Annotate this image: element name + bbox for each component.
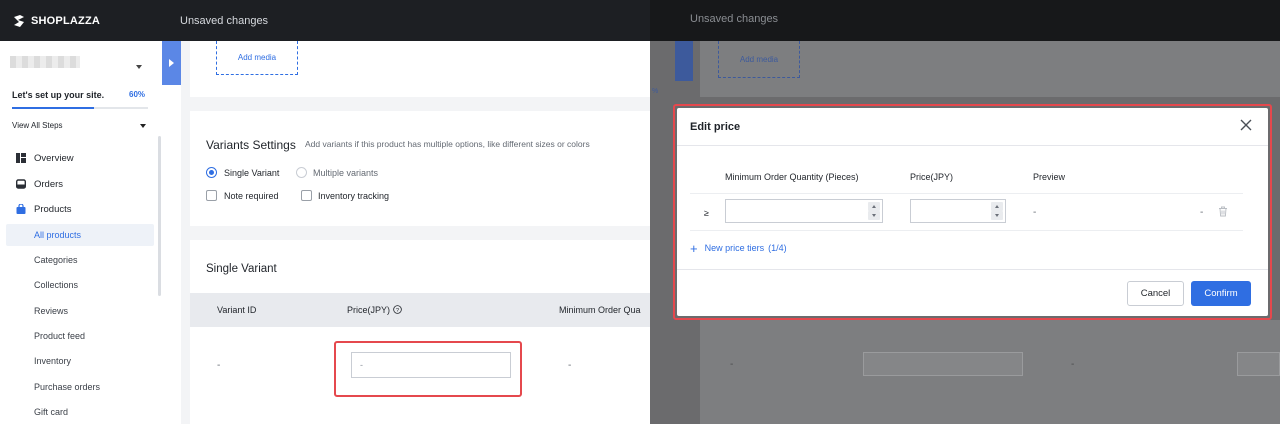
dimmed-dash: - [1071,359,1075,370]
sidebar-scrollbar[interactable] [158,136,161,296]
table-row-divider [690,193,1243,194]
unsaved-status: Unsaved changes [180,14,269,27]
confirm-button[interactable]: Confirm [1191,281,1251,306]
sidebar-item-label: Overview [34,152,74,164]
sidebar-sub-categories[interactable]: Categories [6,249,154,271]
price-input-highlight [334,341,522,397]
setup-percent: 60% [129,90,146,99]
col-min-order-qty: Minimum Order Qua [559,305,641,315]
table-row-divider [690,230,1243,231]
store-chevron-down-icon[interactable] [136,65,142,69]
increment-button[interactable] [868,202,880,211]
variants-settings-card: Variants Settings Add variants if this p… [190,111,650,226]
decrement-button[interactable] [868,211,880,220]
note-required-label: Note required [224,191,279,201]
new-price-tier-button[interactable]: + New price tiers (1/4) [690,240,787,256]
tier-count: (1/4) [768,243,787,253]
dimmed-dash: - [730,359,734,370]
col-price: Price(JPY) ? [347,305,402,315]
multiple-variants-radio[interactable] [296,167,307,178]
sidebar-item-orders[interactable]: Orders [0,174,154,194]
brand-logo[interactable]: SHOPLAZZA [12,14,177,28]
setup-progress-bar [12,107,148,109]
close-icon[interactable] [1239,118,1253,132]
sidebar-sub-collections[interactable]: Collections [6,274,154,296]
col-variant-id: Variant ID [217,305,257,315]
setup-progress-fill [12,107,94,109]
caret-right-icon [169,59,174,67]
sidebar: Let's set up your site. 60% View All Ste… [0,41,162,424]
sidebar-item-products[interactable]: Products [0,199,154,219]
sidebar-sub-all-products[interactable]: All products [6,224,154,246]
sidebar-sub-inventory[interactable]: Inventory [6,350,154,372]
col-price: Price(JPY) [910,172,954,182]
sidebar-sub-reviews[interactable]: Reviews [6,300,154,322]
dimmed-unsaved-status: Unsaved changes [690,13,779,25]
new-tier-label: New price tiers [704,243,765,253]
brand-name: SHOPLAZZA [31,14,101,27]
store-name-blurred[interactable] [10,56,80,68]
increment-button[interactable] [991,202,1003,211]
col-min-order-qty: Minimum Order Quantity (Pieces) [725,172,859,182]
orders-icon [16,179,26,189]
caret-down-icon [995,214,999,217]
add-media-dropzone[interactable]: Add media [216,41,298,75]
dimmed-input [1237,352,1280,376]
help-icon[interactable]: ? [392,305,402,314]
col-preview: Preview [1033,172,1066,182]
single-variant-radio[interactable] [206,167,217,178]
caret-down-icon [872,214,876,217]
caret-up-icon [872,205,876,208]
min-qty-value: - [568,360,572,371]
col-price-label: Price(JPY) [347,305,391,315]
sidebar-sub-purchase-orders[interactable]: Purchase orders [6,376,154,398]
dimmed-collapse-tab [675,41,693,81]
price-stepper[interactable] [910,199,1006,223]
media-card: Add media [190,41,650,97]
note-required-checkbox[interactable] [206,190,217,201]
products-icon [16,204,26,214]
edit-price-modal: Edit price Minimum Order Quantity (Piece… [677,108,1268,316]
cancel-button[interactable]: Cancel [1127,281,1184,306]
variant-id-value: - [217,360,221,371]
multiple-variants-label: Multiple variants [313,168,379,178]
variants-settings-title: Variants Settings [206,138,296,152]
dimmed-price-input [863,352,1023,376]
row-extra-value: - [1200,207,1204,218]
plus-icon: + [690,240,698,256]
gte-operator: ≥ [704,208,709,218]
caret-up-icon [995,205,999,208]
sidebar-collapse-toggle[interactable] [162,41,181,85]
view-all-steps[interactable]: View All Steps [12,121,63,130]
sidebar-sub-product-feed[interactable]: Product feed [6,325,154,347]
decrement-button[interactable] [991,211,1003,220]
sidebar-item-label: Orders [34,178,64,190]
sidebar-item-overview[interactable]: Overview [0,148,154,168]
single-variant-title: Single Variant [206,263,277,275]
shoplazza-logo-icon [14,14,24,27]
variants-settings-hint: Add variants if this product has multipl… [305,139,590,149]
sidebar-item-label: Products [34,203,72,215]
dimmed-percent: % [652,88,659,95]
modal-header-divider [677,145,1268,146]
modal-footer-divider [677,269,1268,270]
preview-value: - [1033,207,1037,218]
variant-table-header: Variant ID Price(JPY) ? Minimum Order Qu… [190,293,650,327]
add-media-label: Add media [237,53,277,62]
inventory-tracking-label: Inventory tracking [318,191,390,201]
dimmed-add-media: Add media [718,41,800,78]
sidebar-sub-gift-card[interactable]: Gift card [6,401,154,423]
overview-icon [16,153,26,163]
setup-label: Let's set up your site. [12,90,105,100]
modal-title: Edit price [690,121,741,133]
min-qty-stepper[interactable] [725,199,883,223]
view-all-chevron-down-icon[interactable] [140,124,146,128]
inventory-tracking-checkbox[interactable] [301,190,312,201]
trash-icon[interactable] [1218,206,1228,217]
top-bar: SHOPLAZZA Unsaved changes [0,0,650,41]
single-variant-label: Single Variant [224,168,280,178]
